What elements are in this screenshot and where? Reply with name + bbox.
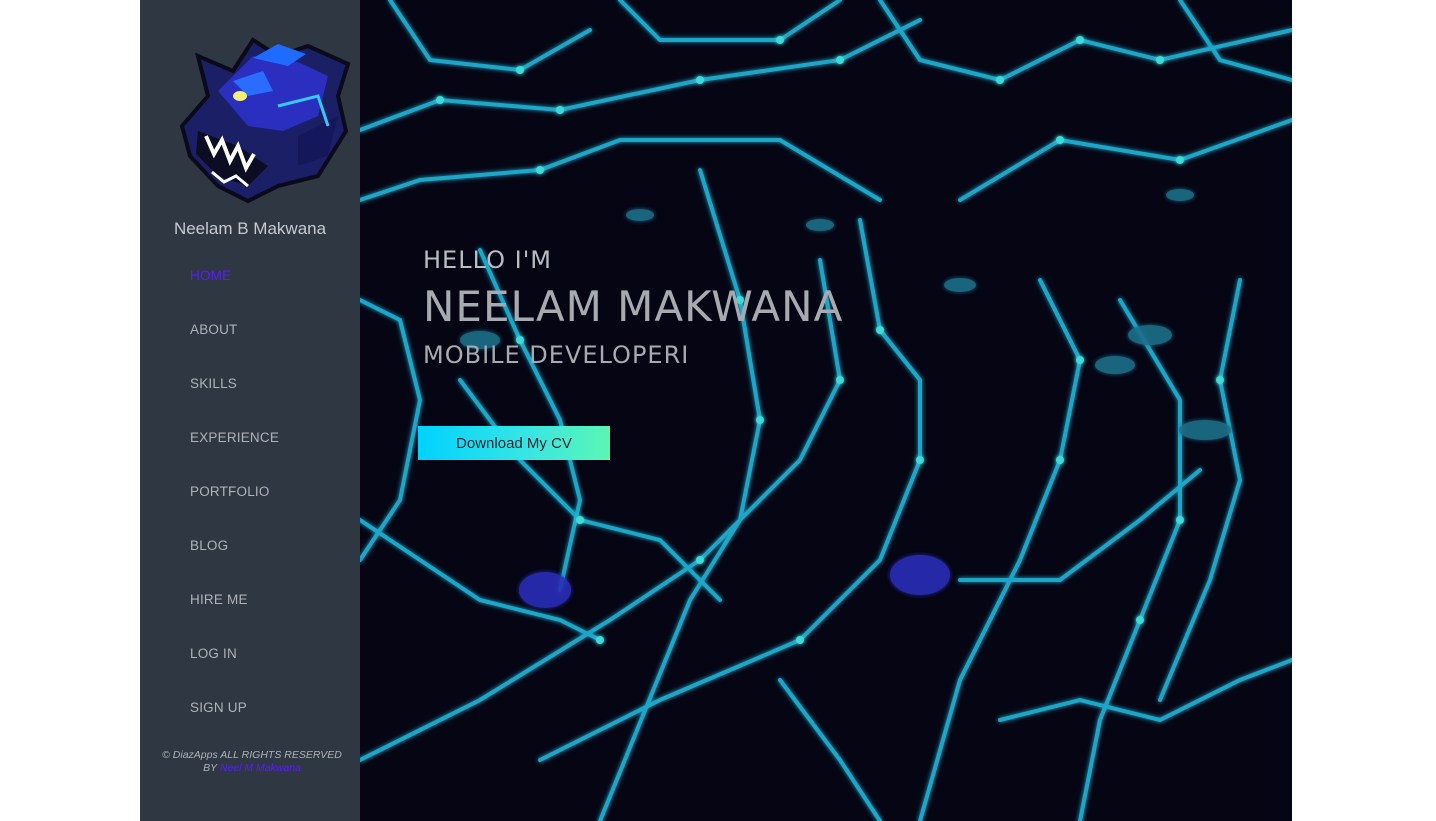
nav-link-log-in[interactable]: LOG IN	[190, 646, 279, 661]
footer-author-link[interactable]: Neel M Makwana	[220, 762, 301, 774]
main-nav: HOME ABOUT SKILLS EXPERIENCE PORTFOLIO B…	[190, 268, 279, 754]
nav-item-home: HOME	[190, 268, 279, 322]
nav-item-blog: BLOG	[190, 538, 279, 592]
nav-link-experience[interactable]: EXPERIENCE	[190, 430, 279, 445]
nav-item-log-in: LOG IN	[190, 646, 279, 700]
nav-link-skills[interactable]: SKILLS	[190, 376, 279, 391]
nav-item-hire-me: HIRE ME	[190, 592, 279, 646]
nav-item-about: ABOUT	[190, 322, 279, 376]
nav-link-sign-up[interactable]: SIGN UP	[190, 700, 279, 715]
nav-link-portfolio[interactable]: PORTFOLIO	[190, 484, 279, 499]
hero-name: NEELAM MAKWANA	[423, 282, 844, 331]
nav-item-portfolio: PORTFOLIO	[190, 484, 279, 538]
panther-logo-icon[interactable]	[178, 36, 352, 204]
nav-item-experience: EXPERIENCE	[190, 430, 279, 484]
hero-role: MOBILE DEVELOPERI	[423, 341, 690, 369]
nav-item-skills: SKILLS	[190, 376, 279, 430]
site-name: Neelam B Makwana	[173, 219, 327, 238]
nav-link-hire-me[interactable]: HIRE ME	[190, 592, 279, 607]
nav-link-about[interactable]: ABOUT	[190, 322, 279, 337]
download-cv-button[interactable]: Download My CV	[418, 426, 610, 460]
circuit-board-background	[360, 0, 1292, 821]
nav-item-sign-up: SIGN UP	[190, 700, 279, 754]
hero-section: HELLO I'M NEELAM MAKWANA MOBILE DEVELOPE…	[360, 0, 1292, 821]
nav-link-home[interactable]: HOME	[190, 268, 279, 283]
hero-greeting: HELLO I'M	[423, 246, 552, 274]
hero-intro: HELLO I'M NEELAM MAKWANA MOBILE DEVELOPE…	[423, 246, 843, 369]
sidebar: Neelam B Makwana HOME ABOUT SKILLS EXPER…	[140, 0, 360, 821]
copyright-footer: © DiazApps ALL RIGHTS RESERVED BY Neel M…	[160, 749, 344, 775]
nav-link-blog[interactable]: BLOG	[190, 538, 279, 553]
